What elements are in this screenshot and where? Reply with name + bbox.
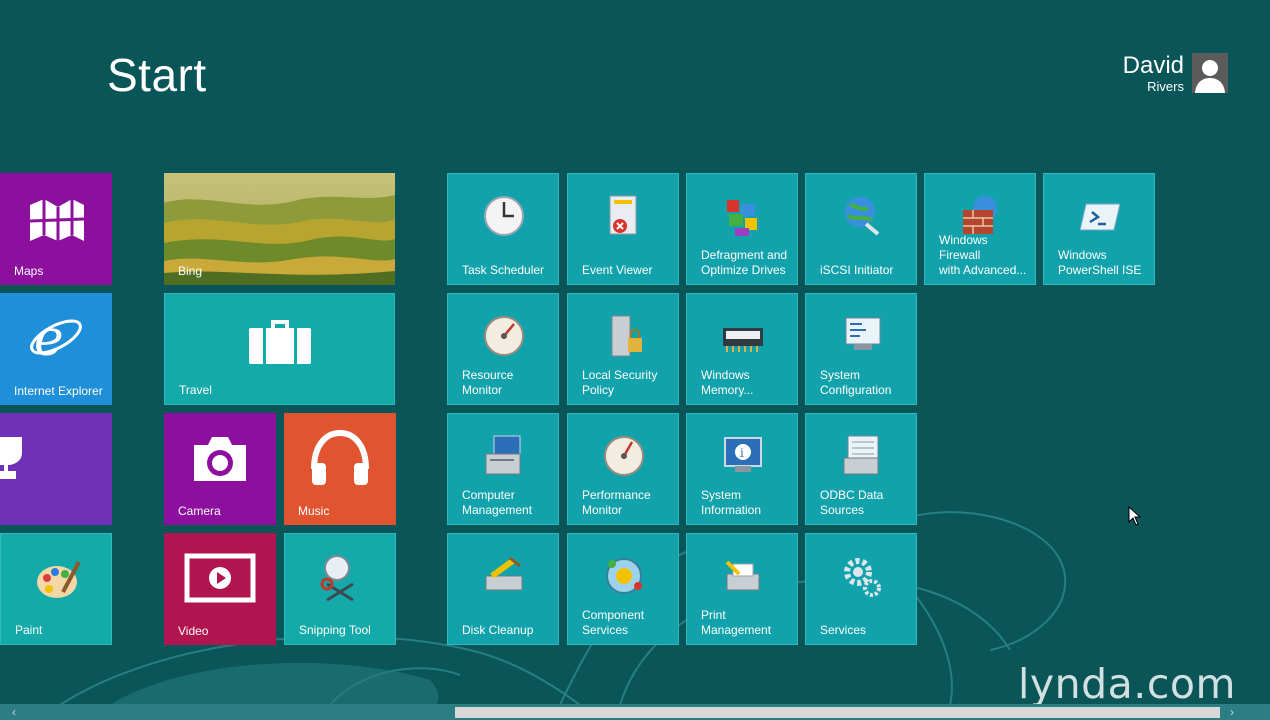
clock-icon — [484, 196, 524, 236]
scroll-thumb[interactable] — [455, 707, 1220, 718]
memory-chip-icon — [723, 328, 763, 352]
tile-bing[interactable]: Bing — [164, 173, 395, 285]
avatar[interactable] — [1192, 53, 1228, 93]
print-management-icon — [725, 560, 760, 591]
user-account[interactable]: David Rivers — [1123, 53, 1228, 95]
tile-label: Windows PowerShell ISE — [1058, 248, 1142, 277]
powershell-icon — [1080, 203, 1120, 231]
tile-label: Resource Monitor — [462, 368, 514, 397]
tile-label: Computer Management — [462, 488, 533, 517]
tile-label: iSCSI Initiator — [820, 263, 894, 277]
internet-explorer-icon: e — [30, 311, 82, 363]
tile-label: Disk Cleanup — [462, 623, 534, 637]
tile-label: Event Viewer — [582, 263, 653, 277]
start-title: Start — [107, 49, 207, 101]
tile-label: Camera — [178, 504, 221, 518]
component-services-icon — [606, 558, 642, 594]
tile-label: ODBC Data Sources — [820, 488, 884, 517]
tile-resource-monitor[interactable]: Resource Monitor — [447, 293, 559, 405]
tile-label: Local Security Policy — [582, 368, 658, 397]
tile-windows-memory-diagnostic[interactable]: Windows Memory... — [686, 293, 798, 405]
tile-label: Print Management — [701, 608, 772, 637]
tile-computer-management[interactable]: Computer Management — [447, 413, 559, 525]
scissors-icon — [320, 555, 354, 602]
defragment-icon — [727, 200, 757, 236]
event-viewer-icon — [609, 195, 637, 235]
tile-iscsi-initiator[interactable]: iSCSI Initiator — [805, 173, 917, 285]
user-first-name: David — [1122, 52, 1184, 79]
horizontal-scrollbar[interactable]: ‹ › — [0, 704, 1270, 720]
performance-gauge-icon — [604, 436, 644, 476]
video-icon — [184, 553, 256, 603]
tile-label: Paint — [15, 623, 43, 637]
tile-video[interactable]: Video — [164, 533, 276, 645]
globe-network-icon — [845, 197, 880, 236]
tile-label: Task Scheduler — [462, 263, 545, 277]
svg-text:i: i — [740, 446, 744, 460]
tile-label: Travel — [179, 383, 212, 397]
tile-label: Services — [820, 623, 867, 637]
user-name: David Rivers — [1123, 53, 1184, 95]
computer-management-icon — [485, 435, 521, 475]
tile-travel[interactable]: Travel — [164, 293, 395, 405]
tile-label: Internet Explorer — [14, 384, 103, 398]
tile-internet-explorer[interactable]: e Internet Explorer — [0, 293, 112, 405]
system-information-icon: i — [724, 437, 762, 472]
maps-icon — [29, 199, 85, 241]
tile-performance-monitor[interactable]: Performance Monitor — [567, 413, 679, 525]
tile-snipping-tool[interactable]: Snipping Tool — [284, 533, 396, 645]
tile-label: Windows Memory... — [701, 368, 754, 397]
tile-task-scheduler[interactable]: Task Scheduler — [447, 173, 559, 285]
gauge-icon — [484, 316, 524, 356]
suitcase-icon — [249, 320, 311, 364]
tile-label: Music — [298, 504, 330, 518]
lynda-watermark: lynda.com — [1018, 660, 1236, 708]
tile-windows-firewall[interactable]: Windows Firewall with Advanced... — [924, 173, 1036, 285]
user-last-name: Rivers — [1147, 79, 1184, 94]
tile-system-configuration[interactable]: System Configuration — [805, 293, 917, 405]
tile-services[interactable]: Services — [805, 533, 917, 645]
tile-system-information[interactable]: i System Information — [686, 413, 798, 525]
scroll-left-arrow-icon[interactable]: ‹ — [12, 705, 16, 719]
tile-defragment[interactable]: Defragment and Optimize Drives — [686, 173, 798, 285]
user-avatar-icon — [1195, 60, 1225, 93]
tile-camera[interactable]: Camera — [164, 413, 276, 525]
odbc-icon — [843, 435, 879, 475]
tile-label: Video — [178, 624, 209, 638]
tile-component-services[interactable]: Component Services — [567, 533, 679, 645]
tile-powershell-ise[interactable]: Windows PowerShell ISE — [1043, 173, 1155, 285]
tile-maps[interactable]: Maps — [0, 173, 112, 285]
headphones-icon — [311, 429, 369, 485]
tile-label: System Information — [701, 488, 762, 517]
tile-print-management[interactable]: Print Management — [686, 533, 798, 645]
tile-disk-cleanup[interactable]: Disk Cleanup — [447, 533, 559, 645]
camera-icon — [194, 437, 246, 481]
tile-paint[interactable]: Paint — [0, 533, 112, 645]
tile-label: Windows Firewall with Advanced... — [939, 233, 1027, 277]
gears-icon — [844, 558, 881, 597]
tile-label: Snipping Tool — [299, 623, 371, 637]
tile-label: Defragment and Optimize Drives — [701, 248, 788, 277]
disk-cleanup-icon — [485, 556, 523, 591]
paint-palette-icon — [37, 561, 81, 598]
tile-odbc-data-sources[interactable]: ODBC Data Sources — [805, 413, 917, 525]
tile-label: Bing — [178, 264, 203, 278]
tile-label: Maps — [14, 264, 44, 278]
tile-music[interactable]: Music — [284, 413, 396, 525]
server-lock-icon — [611, 315, 642, 357]
system-configuration-icon — [845, 317, 881, 350]
mouse-cursor-icon — [1128, 506, 1142, 526]
tile-label: Performance Monitor — [582, 488, 651, 517]
tile-games[interactable] — [0, 413, 112, 525]
scroll-right-arrow-icon[interactable]: › — [1230, 705, 1234, 719]
tile-event-viewer[interactable]: Event Viewer — [567, 173, 679, 285]
tile-local-security-policy[interactable]: Local Security Policy — [567, 293, 679, 405]
tile-label: Component Services — [582, 608, 645, 637]
trophy-icon — [0, 437, 22, 479]
tile-label: System Configuration — [820, 368, 892, 397]
